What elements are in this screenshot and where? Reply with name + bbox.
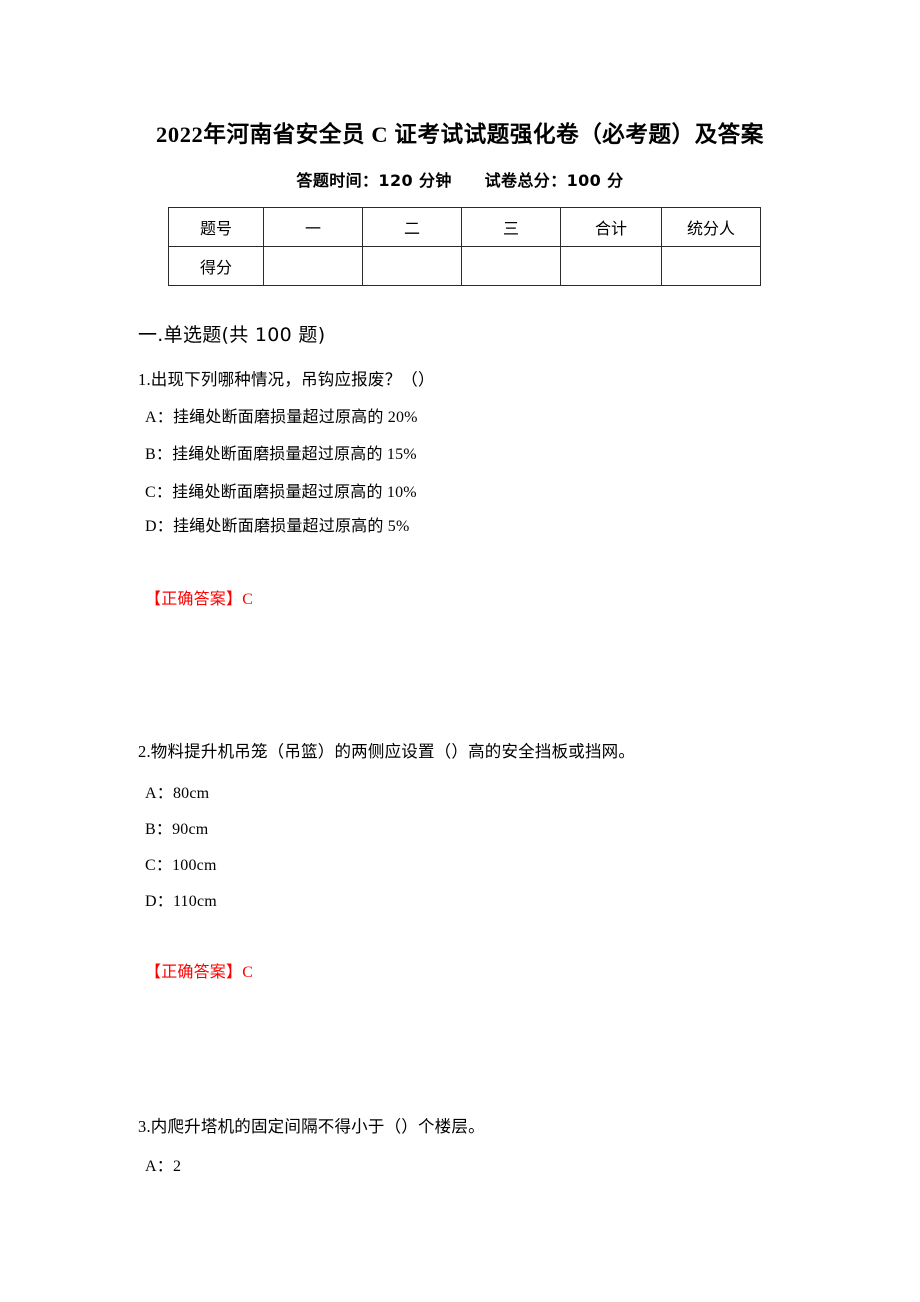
section-heading-single-choice: 一.单选题(共 100 题) (138, 324, 326, 346)
question-option: A：2 (145, 1158, 182, 1175)
question-option: B：90cm (145, 821, 209, 838)
page-title: 2022年河南省安全员 C 证考试试题强化卷（必考题）及答案 (156, 122, 764, 147)
question-option: A：80cm (145, 785, 210, 802)
question-option: A：挂绳处断面磨损量超过原高的 20% (145, 409, 418, 426)
table-row: 题号 一 二 三 合计 统分人 (168, 207, 761, 247)
score-table-cell (263, 246, 363, 286)
score-table-header-cell: 一 (263, 207, 363, 247)
question-option: D：挂绳处断面磨损量超过原高的 5% (145, 518, 410, 535)
question-option: B：挂绳处断面磨损量超过原高的 15% (145, 446, 417, 463)
document-page: 2022年河南省安全员 C 证考试试题强化卷（必考题）及答案 答题时间：120 … (0, 0, 920, 1302)
score-table-row-label: 得分 (168, 246, 264, 286)
question-stem: 1.出现下列哪种情况，吊钩应报废？（） (138, 370, 435, 389)
question-answer: 【正确答案】C (145, 591, 254, 608)
score-table-header-cell: 合计 (560, 207, 662, 247)
question-option: C：100cm (145, 857, 217, 874)
score-table-cell (661, 246, 761, 286)
score-table-header-cell: 三 (461, 207, 561, 247)
exam-meta-line: 答题时间：120 分钟 试卷总分：100 分 (296, 171, 624, 190)
question-stem: 2.物料提升机吊笼（吊篮）的两侧应设置（）高的安全挡板或挡网。 (138, 742, 636, 761)
score-table-header-cell: 题号 (168, 207, 264, 247)
question-option: D：110cm (145, 893, 217, 910)
question-option: C：挂绳处断面磨损量超过原高的 10% (145, 484, 417, 501)
score-table-cell (560, 246, 662, 286)
table-row: 得分 (168, 246, 761, 286)
score-table: 题号 一 二 三 合计 统分人 得分 (168, 207, 761, 286)
score-table-header-cell: 二 (362, 207, 462, 247)
score-table-cell (461, 246, 561, 286)
score-table-header-cell: 统分人 (661, 207, 761, 247)
score-table-cell (362, 246, 462, 286)
question-answer: 【正确答案】C (145, 964, 254, 981)
question-stem: 3.内爬升塔机的固定间隔不得小于（）个楼层。 (138, 1117, 485, 1136)
